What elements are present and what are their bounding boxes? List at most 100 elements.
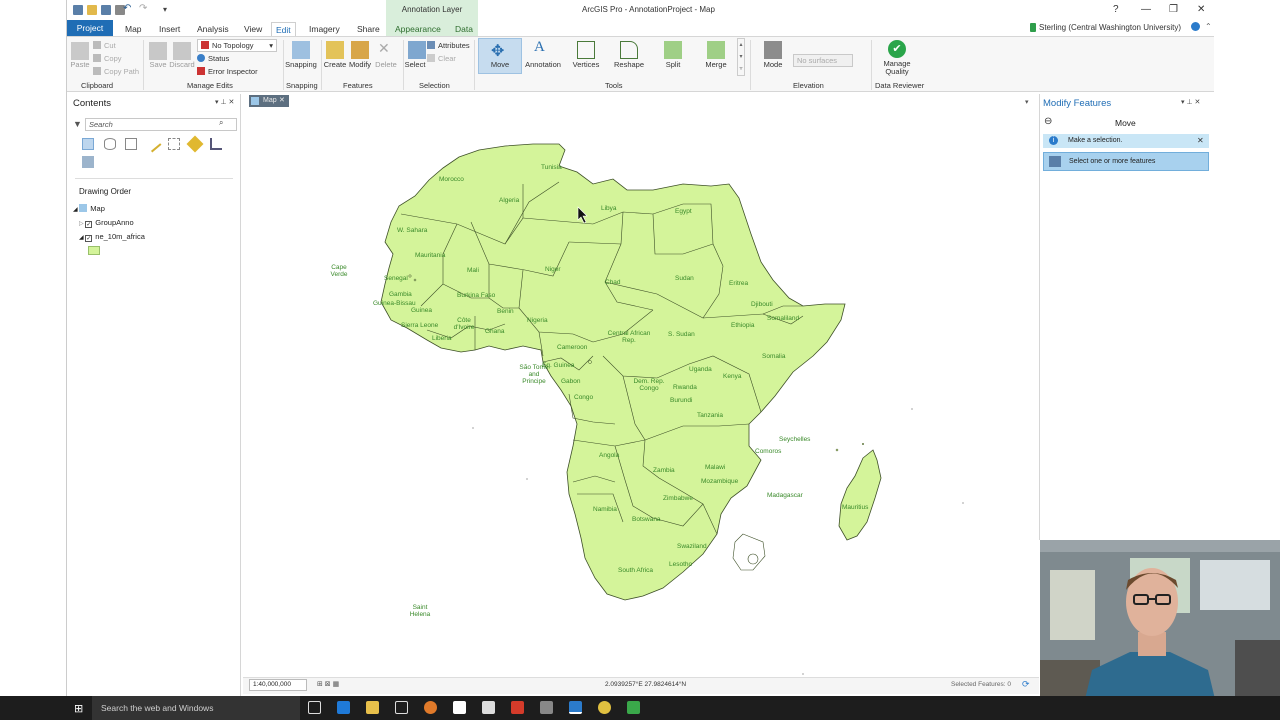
layer-visibility-checkbox[interactable]: ✓ xyxy=(85,235,93,242)
navigation-tools-icon[interactable]: ⊞ ⊠ ▦ xyxy=(317,680,339,688)
restore-icon[interactable]: ❐ xyxy=(1169,4,1178,15)
acrobat-icon[interactable] xyxy=(511,701,524,714)
minimize-icon[interactable]: — xyxy=(1141,4,1151,15)
tree-item-map[interactable]: ◢ Map xyxy=(73,204,105,213)
snapping-button[interactable]: Snapping xyxy=(285,60,317,69)
discard-button[interactable]: Discard xyxy=(168,60,196,69)
arcgis-pro-icon[interactable] xyxy=(569,701,582,714)
create-button[interactable]: Create xyxy=(323,60,347,69)
back-icon[interactable]: ⊖ xyxy=(1044,116,1052,127)
copy-path-button[interactable]: Copy Path xyxy=(93,67,139,76)
modify-button[interactable]: Modify xyxy=(347,60,373,69)
modify-icon[interactable] xyxy=(351,41,369,59)
refresh-icon[interactable]: ⟳ xyxy=(1022,679,1030,690)
notification-icon[interactable] xyxy=(1191,22,1200,31)
filter-icon[interactable]: ▼ xyxy=(73,119,82,129)
contents-search-input[interactable]: Search xyxy=(85,118,237,131)
reshape-button[interactable]: Reshape xyxy=(611,60,647,69)
layer-symbol-swatch[interactable] xyxy=(88,246,100,255)
tree-item-groupanno[interactable]: ▷ ✓ GroupAnno xyxy=(79,218,134,228)
firefox-icon[interactable] xyxy=(424,701,437,714)
windows-start-icon[interactable]: ⊞ xyxy=(74,702,83,715)
vertices-icon[interactable] xyxy=(577,41,595,59)
tab-map[interactable]: Map xyxy=(121,22,146,36)
edge-icon[interactable] xyxy=(337,701,350,714)
delete-icon[interactable]: ✕ xyxy=(378,40,390,57)
vertices-button[interactable]: Vertices xyxy=(568,60,604,69)
select-button[interactable]: Select xyxy=(403,60,427,69)
topology-dropdown[interactable]: No Topology ▾ xyxy=(197,39,277,52)
open-folder-icon[interactable] xyxy=(87,5,97,15)
annotation-button[interactable]: Annotation xyxy=(522,60,564,69)
customize-qat-icon[interactable]: ▾ xyxy=(163,5,167,14)
save-edits-icon[interactable] xyxy=(149,42,167,60)
clear-button[interactable]: Clear xyxy=(427,54,456,63)
tab-view[interactable]: View xyxy=(240,22,266,36)
list-charts-icon[interactable] xyxy=(210,138,222,150)
store-icon[interactable] xyxy=(395,701,408,714)
tab-insert[interactable]: Insert xyxy=(155,22,184,36)
error-inspector-button[interactable]: Error Inspector xyxy=(197,67,258,76)
manage-quality-button[interactable]: Manage Quality xyxy=(877,60,917,76)
tools-gallery-scroll[interactable]: ▴ ▾ ▿ xyxy=(737,38,745,76)
cut-button[interactable]: Cut xyxy=(93,41,116,50)
notepad-icon[interactable] xyxy=(453,701,466,714)
select-features-button[interactable]: Select one or more features xyxy=(1043,152,1209,171)
recording-app-icon[interactable] xyxy=(627,701,640,714)
mode-button[interactable]: Mode xyxy=(757,60,789,69)
list-by-data-source-icon[interactable] xyxy=(104,138,116,150)
elevation-mode-icon[interactable] xyxy=(764,41,782,59)
annotation-icon[interactable]: A xyxy=(534,39,545,56)
task-view-icon[interactable] xyxy=(308,701,321,714)
paste-icon[interactable] xyxy=(71,42,89,60)
copy-button[interactable]: Copy xyxy=(93,54,122,63)
tab-analysis[interactable]: Analysis xyxy=(193,22,233,36)
create-icon[interactable] xyxy=(326,41,344,59)
list-by-drawing-order-icon[interactable] xyxy=(82,138,94,150)
tab-edit[interactable]: Edit xyxy=(271,22,296,36)
redo-icon[interactable]: ↷ xyxy=(139,3,147,14)
signed-in-user[interactable]: Sterling (Central Washington University) xyxy=(1039,23,1181,32)
tab-imagery[interactable]: Imagery xyxy=(305,22,344,36)
tree-item-ne-10m-africa[interactable]: ◢ ✓ ne_10m_africa xyxy=(79,232,145,242)
reshape-icon[interactable] xyxy=(620,41,638,59)
list-by-perspective-icon[interactable] xyxy=(82,156,94,168)
pane-options-icon[interactable]: ▾ ⊥ ✕ xyxy=(215,98,234,106)
calculator-icon[interactable] xyxy=(482,701,495,714)
close-window-icon[interactable]: ✕ xyxy=(1197,4,1205,15)
check-icon[interactable]: ✔ xyxy=(888,40,906,58)
paste-button[interactable]: Paste xyxy=(67,60,93,69)
split-button[interactable]: Split xyxy=(655,60,691,69)
surfaces-dropdown[interactable]: No surfaces xyxy=(793,54,853,67)
layer-visibility-checkbox[interactable]: ✓ xyxy=(85,221,93,228)
delete-button[interactable]: Delete xyxy=(373,60,399,69)
list-by-selection-icon[interactable] xyxy=(125,138,137,150)
selected-features-count[interactable]: Selected Features: 0 xyxy=(951,681,1011,688)
help-icon[interactable]: ? xyxy=(1113,4,1119,15)
discard-icon[interactable] xyxy=(173,42,191,60)
list-by-snapping-icon[interactable] xyxy=(168,138,180,150)
tab-share[interactable]: Share xyxy=(353,22,384,36)
tab-data[interactable]: Data xyxy=(451,22,477,36)
snipping-tool-icon[interactable] xyxy=(540,701,553,714)
chrome-icon[interactable] xyxy=(598,701,611,714)
attributes-button[interactable]: Attributes xyxy=(427,41,470,50)
merge-icon[interactable] xyxy=(707,41,725,59)
collapse-ribbon-icon[interactable]: ⌃ xyxy=(1205,22,1212,31)
dismiss-message-icon[interactable]: ✕ xyxy=(1197,136,1204,145)
tab-appearance[interactable]: Appearance xyxy=(391,22,445,36)
taskbar-search-box[interactable]: Search the web and Windows xyxy=(92,696,300,720)
new-project-icon[interactable] xyxy=(73,5,83,15)
split-icon[interactable] xyxy=(664,41,682,59)
file-explorer-icon[interactable] xyxy=(366,701,379,714)
select-icon[interactable] xyxy=(408,41,426,59)
status-button[interactable]: Status xyxy=(197,54,229,63)
scale-dropdown[interactable]: 1:40,000,000 xyxy=(249,679,307,691)
save-icon[interactable] xyxy=(101,5,111,15)
merge-button[interactable]: Merge xyxy=(698,60,734,69)
tab-project[interactable]: Project xyxy=(67,20,113,36)
undo-icon[interactable]: ↶ xyxy=(123,3,131,14)
pane-options-icon[interactable]: ▾ ⊥ ✕ xyxy=(1181,98,1200,106)
snapping-icon[interactable] xyxy=(292,41,310,59)
search-icon[interactable]: ⌕ xyxy=(219,118,223,128)
